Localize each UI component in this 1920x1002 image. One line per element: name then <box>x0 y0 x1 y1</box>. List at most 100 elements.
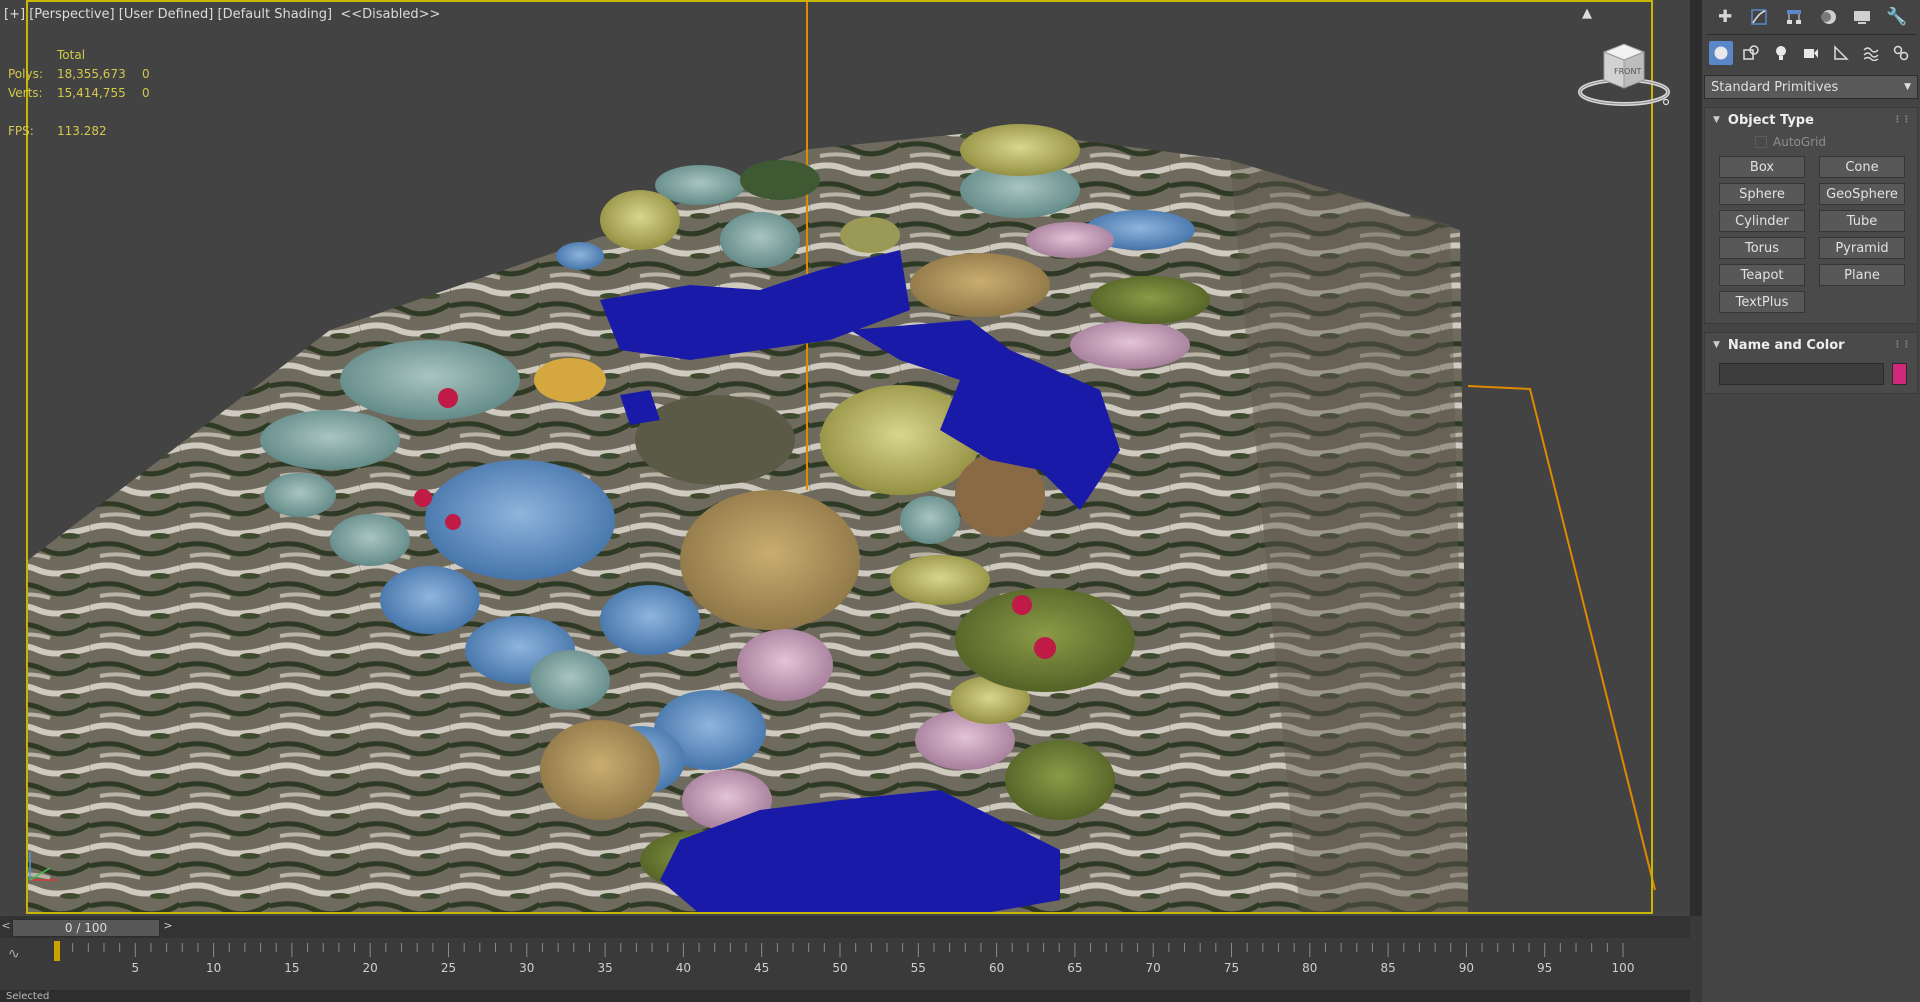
trackbar-tick-label: 55 <box>911 961 926 975</box>
trackbar-tick-label: 95 <box>1537 961 1552 975</box>
next-frame-button[interactable]: > <box>161 919 175 935</box>
rollout-grip-icon: ⋮⋮ <box>1893 340 1911 350</box>
systems-icon[interactable] <box>1889 41 1913 65</box>
autogrid-checkbox-box[interactable] <box>1755 136 1767 148</box>
trackbar-tick-label: 45 <box>754 961 769 975</box>
trackbar-tick-label: 85 <box>1380 961 1395 975</box>
stats-verts-selected: 0 <box>142 86 150 100</box>
stats-verts-row: Verts: 15,414,755 0 <box>8 84 162 103</box>
collapse-triangle-icon: ▼ <box>1713 340 1720 350</box>
rollout-grip-icon: ⋮⋮ <box>1893 115 1911 125</box>
viewport-stereo-menu[interactable]: [User Defined] <box>119 7 214 22</box>
trackbar-tick-label: 20 <box>363 961 378 975</box>
viewcube-face-label: FRONT <box>1614 67 1641 76</box>
teapot-button[interactable]: Teapot <box>1719 264 1805 286</box>
object-name-input[interactable] <box>1719 363 1884 385</box>
viewport-statistics: Total Polys: 18,355,673 0 Verts: 15,414,… <box>8 46 162 141</box>
trackbar-tick-label: 100 <box>1612 961 1635 975</box>
utilities-icon[interactable]: 🔧 <box>1885 6 1909 28</box>
viewport-label-menu: [+] [Perspective] [User Defined] [Defaul… <box>4 7 440 22</box>
collapse-triangle-icon: ▼ <box>1713 115 1720 125</box>
cameras-icon[interactable] <box>1799 41 1823 65</box>
viewport-splitter[interactable] <box>1690 0 1702 916</box>
plane-button[interactable]: Plane <box>1819 264 1905 286</box>
trackbar-tick-label: 25 <box>441 961 456 975</box>
lights-icon[interactable] <box>1769 41 1793 65</box>
pyramid-button[interactable]: Pyramid <box>1819 237 1905 259</box>
viewport-general-menu[interactable]: [+] <box>4 7 25 22</box>
modify-icon[interactable] <box>1747 6 1771 28</box>
object-type-rollout: ▼ Object Type ⋮⋮ AutoGrid Box Cone Spher… <box>1704 107 1918 324</box>
hierarchy-icon[interactable] <box>1782 6 1806 28</box>
trackbar[interactable]: ∿ 5 10 15 20 25 30 35 40 45 50 55 60 65 70 75 80 85 90 95 1… <box>0 938 1690 990</box>
time-slider-thumb[interactable]: 0 / 100 <box>12 919 160 937</box>
stats-polys-selected: 0 <box>142 67 150 81</box>
current-frame-marker[interactable] <box>54 941 60 961</box>
create-icon[interactable]: ✚ <box>1713 6 1737 28</box>
sphere-button[interactable]: Sphere <box>1719 183 1805 205</box>
stats-verts-label: Verts: <box>8 86 43 100</box>
viewport-shading-menu[interactable]: [Default Shading] <box>218 7 333 22</box>
textplus-button[interactable]: TextPlus <box>1719 291 1805 313</box>
cylinder-button[interactable]: Cylinder <box>1719 210 1805 232</box>
trackbar-tick-label: 90 <box>1459 961 1474 975</box>
motion-icon[interactable] <box>1816 6 1840 28</box>
chevron-down-icon: ▼ <box>1904 82 1911 92</box>
command-panel-tabs: ✚ 🔧 <box>1702 0 1920 30</box>
viewcube-icon[interactable]: FRONT <box>1578 40 1670 112</box>
spacewarps-icon[interactable] <box>1859 41 1883 65</box>
stats-header: Total <box>57 48 86 62</box>
stats-polys-row: Polys: 18,355,673 0 <box>8 65 162 84</box>
name-and-color-rollout-header[interactable]: ▼ Name and Color ⋮⋮ <box>1705 333 1917 357</box>
viewport-point-of-view-menu[interactable]: [Perspective] <box>29 7 114 22</box>
trackbar-tick-label: 80 <box>1302 961 1317 975</box>
trackbar-tick-label: 30 <box>519 961 534 975</box>
trackbar-tick-label: 40 <box>676 961 691 975</box>
scene-render[interactable] <box>0 0 1690 916</box>
stats-fps-label: FPS: <box>8 124 34 138</box>
command-panel: ✚ 🔧 Standard Primitives ▼ ▼ Object Type … <box>1702 0 1920 1002</box>
display-icon[interactable] <box>1850 6 1874 28</box>
status-bar: Selected <box>0 990 1690 1002</box>
primitive-category-dropdown[interactable]: Standard Primitives ▼ <box>1704 75 1918 99</box>
autogrid-checkbox[interactable]: AutoGrid <box>1705 132 1917 152</box>
stats-polys-value: 18,355,673 <box>57 67 126 81</box>
create-category-tabs <box>1702 35 1920 71</box>
trackbar-ticks: 5 10 15 20 25 30 35 40 45 50 55 60 65 70 75 80 85 90 95 100 <box>54 941 1635 975</box>
stats-fps-value: 113.282 <box>57 124 107 138</box>
perspective-viewport[interactable]: [+] [Perspective] [User Defined] [Defaul… <box>0 0 1690 916</box>
geosphere-button[interactable]: GeoSphere <box>1819 183 1905 205</box>
object-color-swatch[interactable] <box>1892 363 1907 385</box>
autogrid-label: AutoGrid <box>1773 135 1827 149</box>
viewport-per-view-preference-menu[interactable]: <<Disabled>> <box>340 7 440 22</box>
axis-tripod-icon <box>29 852 58 881</box>
geometry-icon[interactable] <box>1709 41 1733 65</box>
viewport-home-icon[interactable]: ▲ <box>1582 6 1592 21</box>
torus-button[interactable]: Torus <box>1719 237 1805 259</box>
name-and-color-rollout: ▼ Name and Color ⋮⋮ <box>1704 332 1918 394</box>
trackbar-tick-label: 15 <box>284 961 299 975</box>
trackbar-tick-label: 60 <box>989 961 1004 975</box>
timeline-area: < 0 / 100 > ∿ 5 10 15 20 25 30 35 40 45 50 55 60 65 7… <box>0 916 1690 1002</box>
tube-button[interactable]: Tube <box>1819 210 1905 232</box>
trackbar-tick-label: 65 <box>1067 961 1082 975</box>
time-slider[interactable]: < 0 / 100 > <box>0 916 1690 938</box>
helpers-icon[interactable] <box>1829 41 1853 65</box>
object-type-title: Object Type <box>1727 112 1814 128</box>
trackbar-tick-label: 35 <box>597 961 612 975</box>
stats-verts-value: 15,414,755 <box>57 86 126 100</box>
stats-polys-label: Polys: <box>8 67 43 81</box>
trackbar-tick-label: 70 <box>1146 961 1161 975</box>
trackbar-tick-label: 50 <box>832 961 847 975</box>
previous-frame-button[interactable]: < <box>0 919 12 935</box>
trackbar-tick-label: 75 <box>1224 961 1239 975</box>
trackbar-tick-label: 5 <box>131 961 139 975</box>
name-and-color-title: Name and Color <box>1727 337 1845 353</box>
primitive-buttons: Box Cone Sphere GeoSphere Cylinder Tube … <box>1705 152 1917 323</box>
box-button[interactable]: Box <box>1719 156 1805 178</box>
object-type-rollout-header[interactable]: ▼ Object Type ⋮⋮ <box>1705 108 1917 132</box>
status-text: Selected <box>6 991 50 1002</box>
shapes-icon[interactable] <box>1739 41 1763 65</box>
cone-button[interactable]: Cone <box>1819 156 1905 178</box>
primitive-category-value: Standard Primitives <box>1711 79 1839 95</box>
